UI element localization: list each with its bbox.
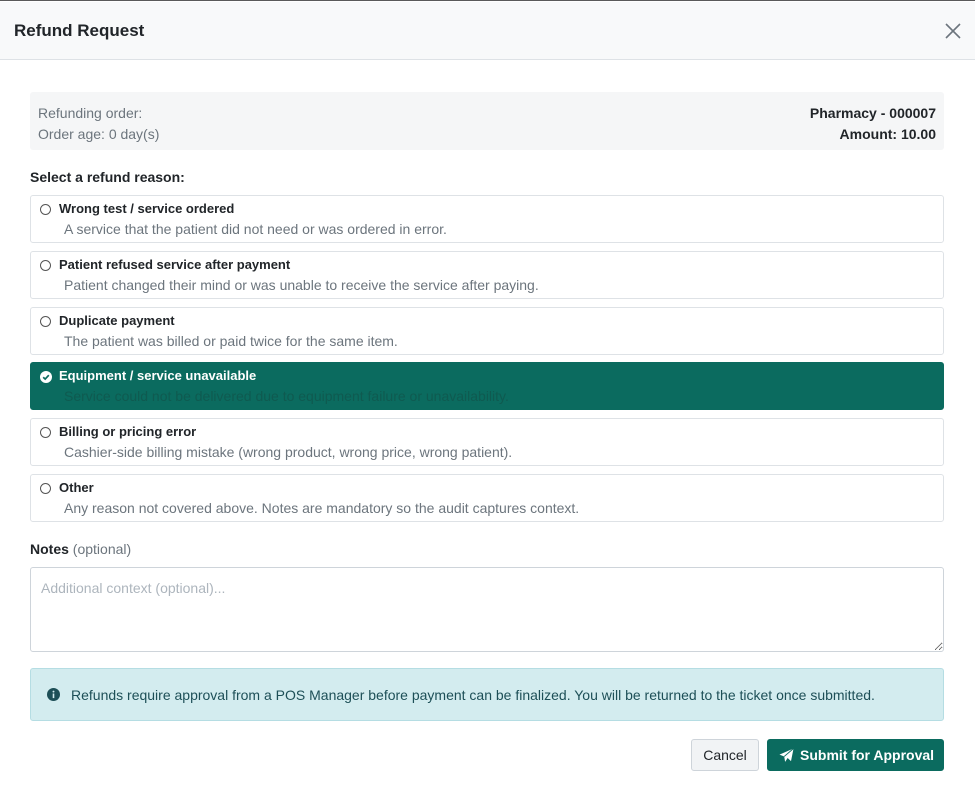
reason-option-equipment-unavailable[interactable]: Equipment / service unavailable Service … bbox=[30, 362, 944, 410]
reason-option-other[interactable]: Other Any reason not covered above. Note… bbox=[30, 474, 944, 522]
reason-title: Equipment / service unavailable bbox=[59, 368, 257, 383]
reason-description: Patient changed their mind or was unable… bbox=[64, 277, 539, 293]
cancel-button[interactable]: Cancel bbox=[691, 739, 759, 771]
order-summary: Refunding order: Order age: 0 day(s) Pha… bbox=[30, 92, 944, 150]
notes-label-text: Notes bbox=[30, 541, 69, 557]
reason-option-duplicate-payment[interactable]: Duplicate payment The patient was billed… bbox=[30, 307, 944, 355]
reason-option-wrong-test[interactable]: Wrong test / service ordered A service t… bbox=[30, 195, 944, 243]
reason-title: Billing or pricing error bbox=[59, 424, 197, 439]
order-age: Order age: 0 day(s) bbox=[38, 126, 160, 142]
reason-title: Other bbox=[59, 480, 94, 495]
reason-description: Any reason not covered above. Notes are … bbox=[64, 500, 580, 516]
submit-label: Submit for Approval bbox=[800, 747, 935, 763]
modal-header: Refund Request bbox=[0, 2, 975, 60]
reason-title: Wrong test / service ordered bbox=[59, 201, 235, 216]
radio-icon[interactable] bbox=[40, 316, 51, 327]
info-circle-icon bbox=[47, 688, 60, 701]
notes-optional-hint: (optional) bbox=[72, 541, 132, 557]
order-amount: Amount: 10.00 bbox=[839, 126, 936, 142]
reason-option-patient-refused[interactable]: Patient refused service after payment Pa… bbox=[30, 251, 944, 299]
reason-description: Cashier-side billing mistake (wrong prod… bbox=[64, 444, 513, 460]
radio-icon[interactable] bbox=[40, 427, 51, 438]
reason-title: Patient refused service after payment bbox=[59, 257, 291, 272]
reason-description: A service that the patient did not need … bbox=[64, 221, 447, 237]
reason-option-billing-error[interactable]: Billing or pricing error Cashier-side bi… bbox=[30, 418, 944, 466]
radio-icon[interactable] bbox=[40, 204, 51, 215]
info-text: Refunds require approval from a POS Mana… bbox=[71, 687, 875, 703]
submit-for-approval-button[interactable]: Submit for Approval bbox=[767, 739, 944, 771]
refund-reason-heading: Select a refund reason: bbox=[30, 169, 185, 185]
paper-plane-icon bbox=[779, 748, 794, 762]
radio-icon[interactable] bbox=[40, 260, 51, 271]
reason-description: Service could not be delivered due to eq… bbox=[64, 388, 509, 404]
radio-checked-icon[interactable] bbox=[40, 371, 52, 383]
reason-title: Duplicate payment bbox=[59, 313, 175, 328]
refunding-order-label: Refunding order: bbox=[38, 105, 143, 121]
notes-label: Notes (optional) bbox=[30, 541, 131, 557]
notes-textarea[interactable] bbox=[30, 567, 944, 652]
close-button[interactable] bbox=[940, 18, 966, 44]
approval-info-alert: Refunds require approval from a POS Mana… bbox=[30, 668, 944, 721]
radio-icon[interactable] bbox=[40, 483, 51, 494]
modal-title: Refund Request bbox=[14, 21, 145, 40]
refund-request-modal: Refund Request Refunding order: Order ag… bbox=[0, 0, 975, 802]
close-icon bbox=[945, 23, 961, 39]
reason-description: The patient was billed or paid twice for… bbox=[64, 333, 398, 349]
order-id: Pharmacy - 000007 bbox=[809, 105, 936, 121]
